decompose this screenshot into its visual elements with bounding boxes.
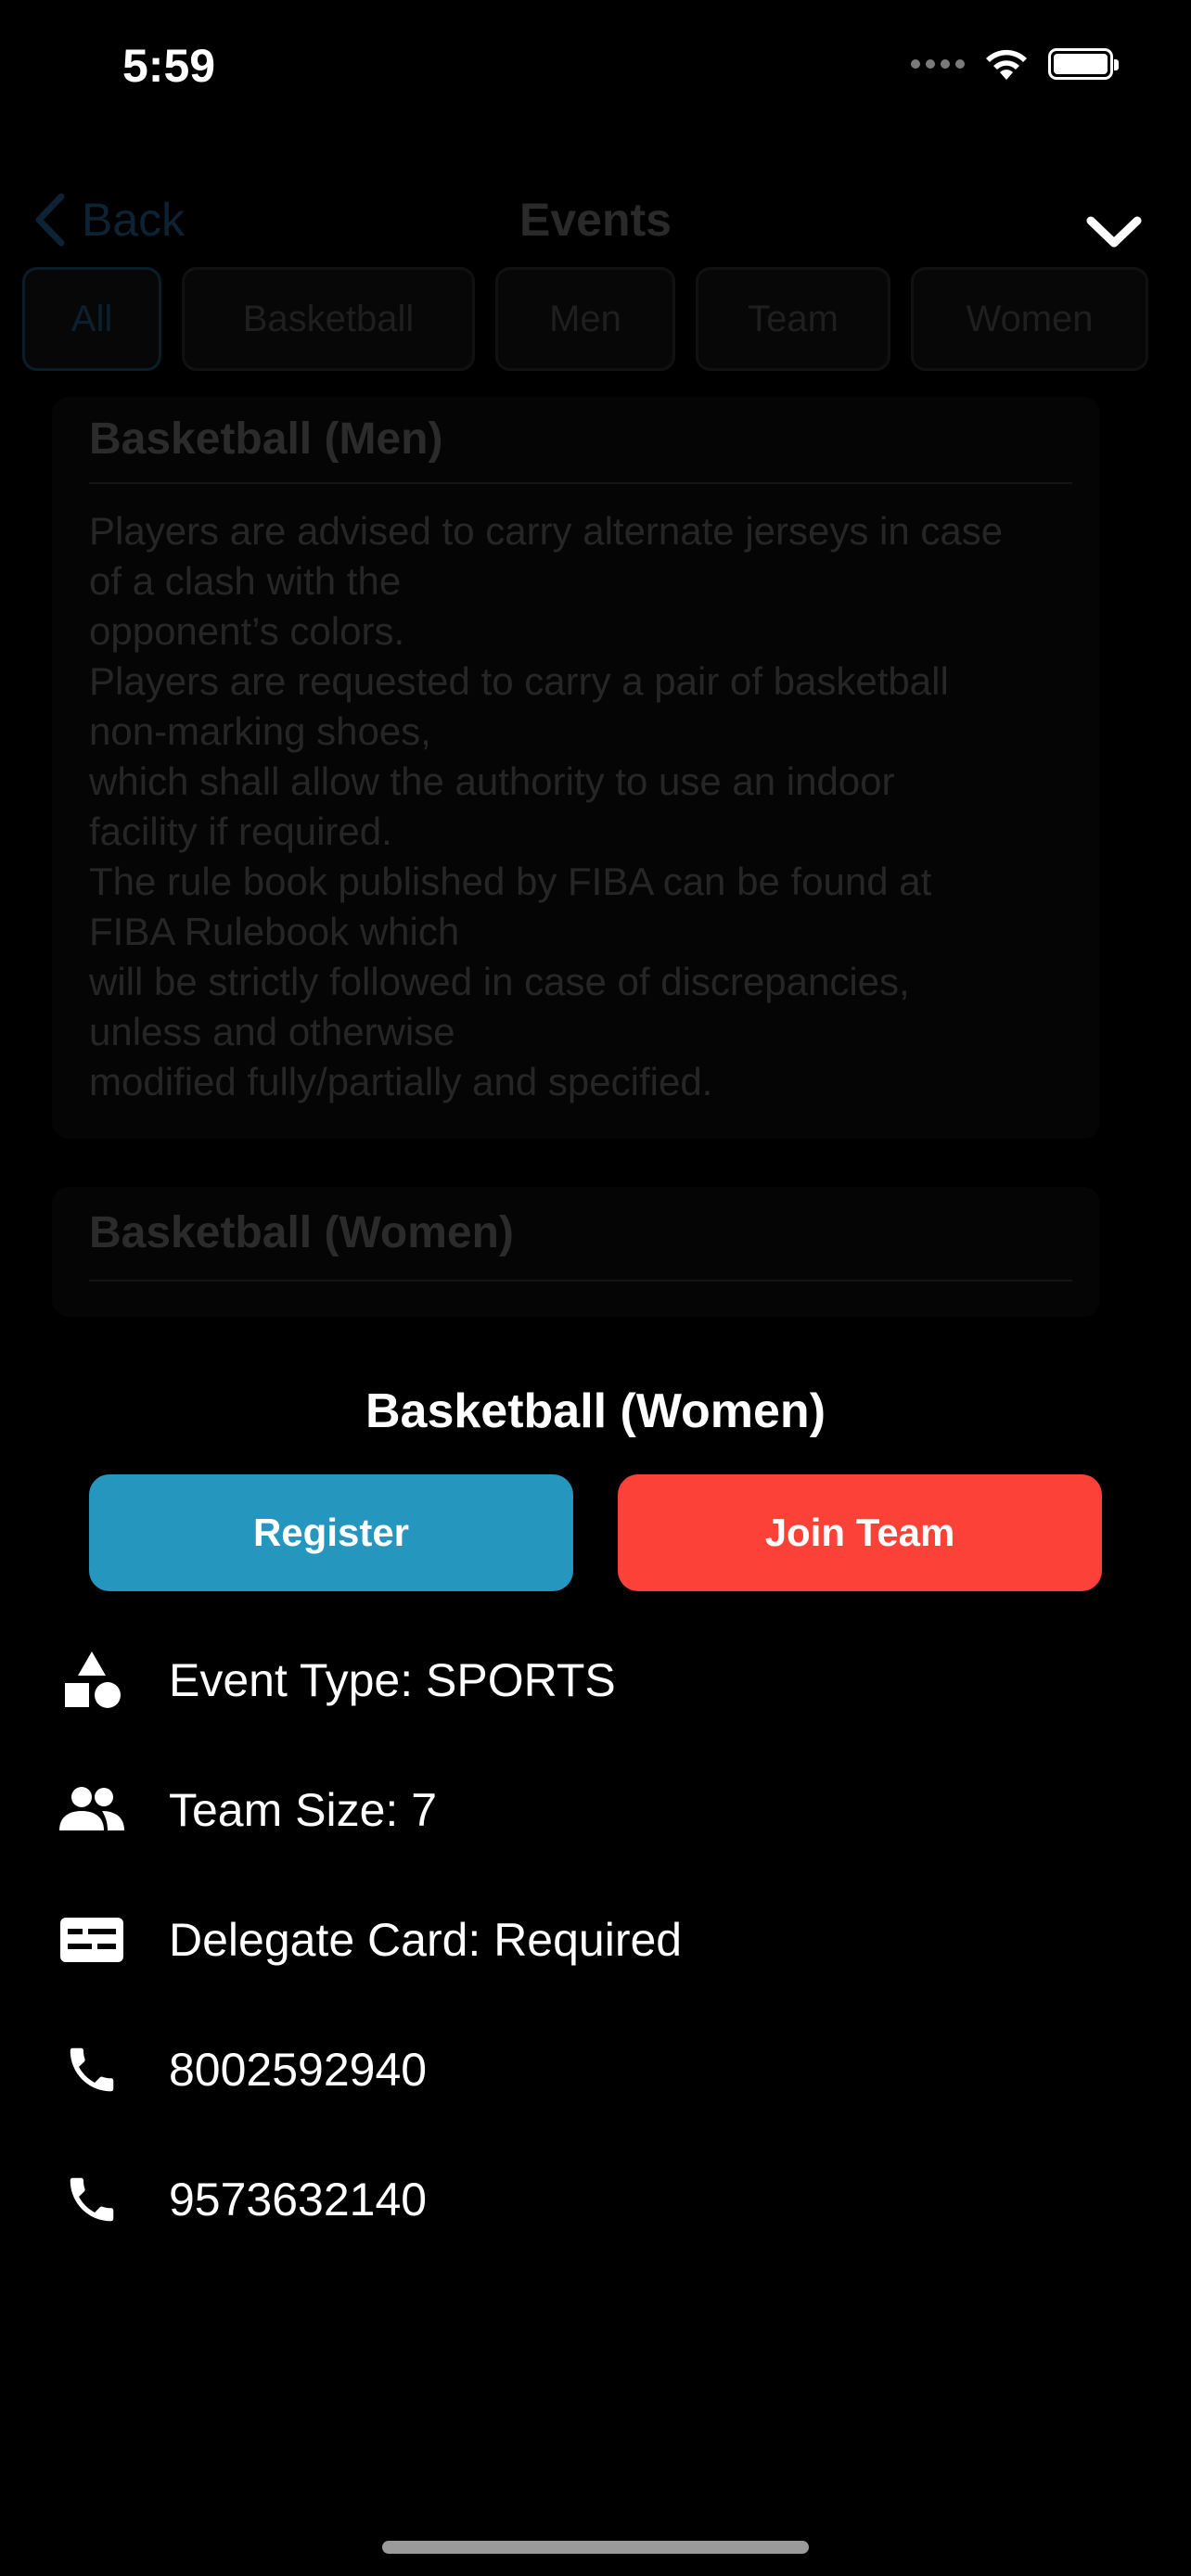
cellular-signal-icon [911,59,965,69]
team-size-row: Team Size: 7 [0,1764,1191,1856]
phone-icon [58,2035,126,2104]
events-page-background: Back Events All Basketball Men Team Wome… [0,130,1191,1317]
event-type-text: Event Type: SPORTS [169,1654,616,1706]
navigation-bar: Back Events [0,158,1191,269]
status-bar: 5:59 [0,0,1191,130]
filter-chip-men[interactable]: Men [495,267,675,371]
wifi-icon [986,49,1027,80]
battery-icon [1048,48,1119,80]
card-divider [89,1280,1072,1282]
people-icon [58,1776,126,1844]
status-icons [911,46,1119,82]
event-card[interactable]: Basketball (Men) Players are advised to … [52,397,1100,1139]
filter-chip-basketball[interactable]: Basketball [182,267,475,371]
filter-chip-all[interactable]: All [22,267,161,371]
page-title: Events [519,194,672,246]
filter-chip-women[interactable]: Women [911,267,1148,371]
team-size-text: Team Size: 7 [169,1784,438,1836]
register-button[interactable]: Register [89,1474,573,1591]
event-card-title: Basketball (Women) [89,1208,514,1257]
shapes-icon [58,1646,126,1715]
event-card[interactable]: Basketball (Women) [52,1187,1100,1317]
contact-phone-row[interactable]: 8002592940 [0,2023,1191,2116]
filter-chip-team[interactable]: Team [696,267,890,371]
delegate-card-text: Delegate Card: Required [169,1914,683,1966]
phone-number-text: 9573632140 [169,2174,428,2225]
event-card-title: Basketball (Men) [89,414,443,464]
event-type-row: Event Type: SPORTS [0,1634,1191,1727]
delegate-card-row: Delegate Card: Required [0,1894,1191,1986]
home-indicator[interactable] [382,2541,809,2554]
join-team-button[interactable]: Join Team [618,1474,1102,1591]
event-detail-sheet: Basketball (Women) Register Join Team Ev… [0,1326,1191,2576]
phone-icon [58,2165,126,2234]
contact-phone-row[interactable]: 9573632140 [0,2153,1191,2246]
chevron-down-icon [1086,216,1142,248]
sheet-title: Basketball (Women) [365,1384,826,1438]
id-card-icon [58,1906,126,1974]
phone-number-text: 8002592940 [169,2044,428,2096]
status-time: 5:59 [122,40,216,92]
filter-chips: All Basketball Men Team Women [22,267,1148,371]
card-divider [89,482,1072,484]
event-card-description: Players are advised to carry alternate j… [89,509,1004,1103]
collapse-sheet-button[interactable] [1082,204,1146,260]
